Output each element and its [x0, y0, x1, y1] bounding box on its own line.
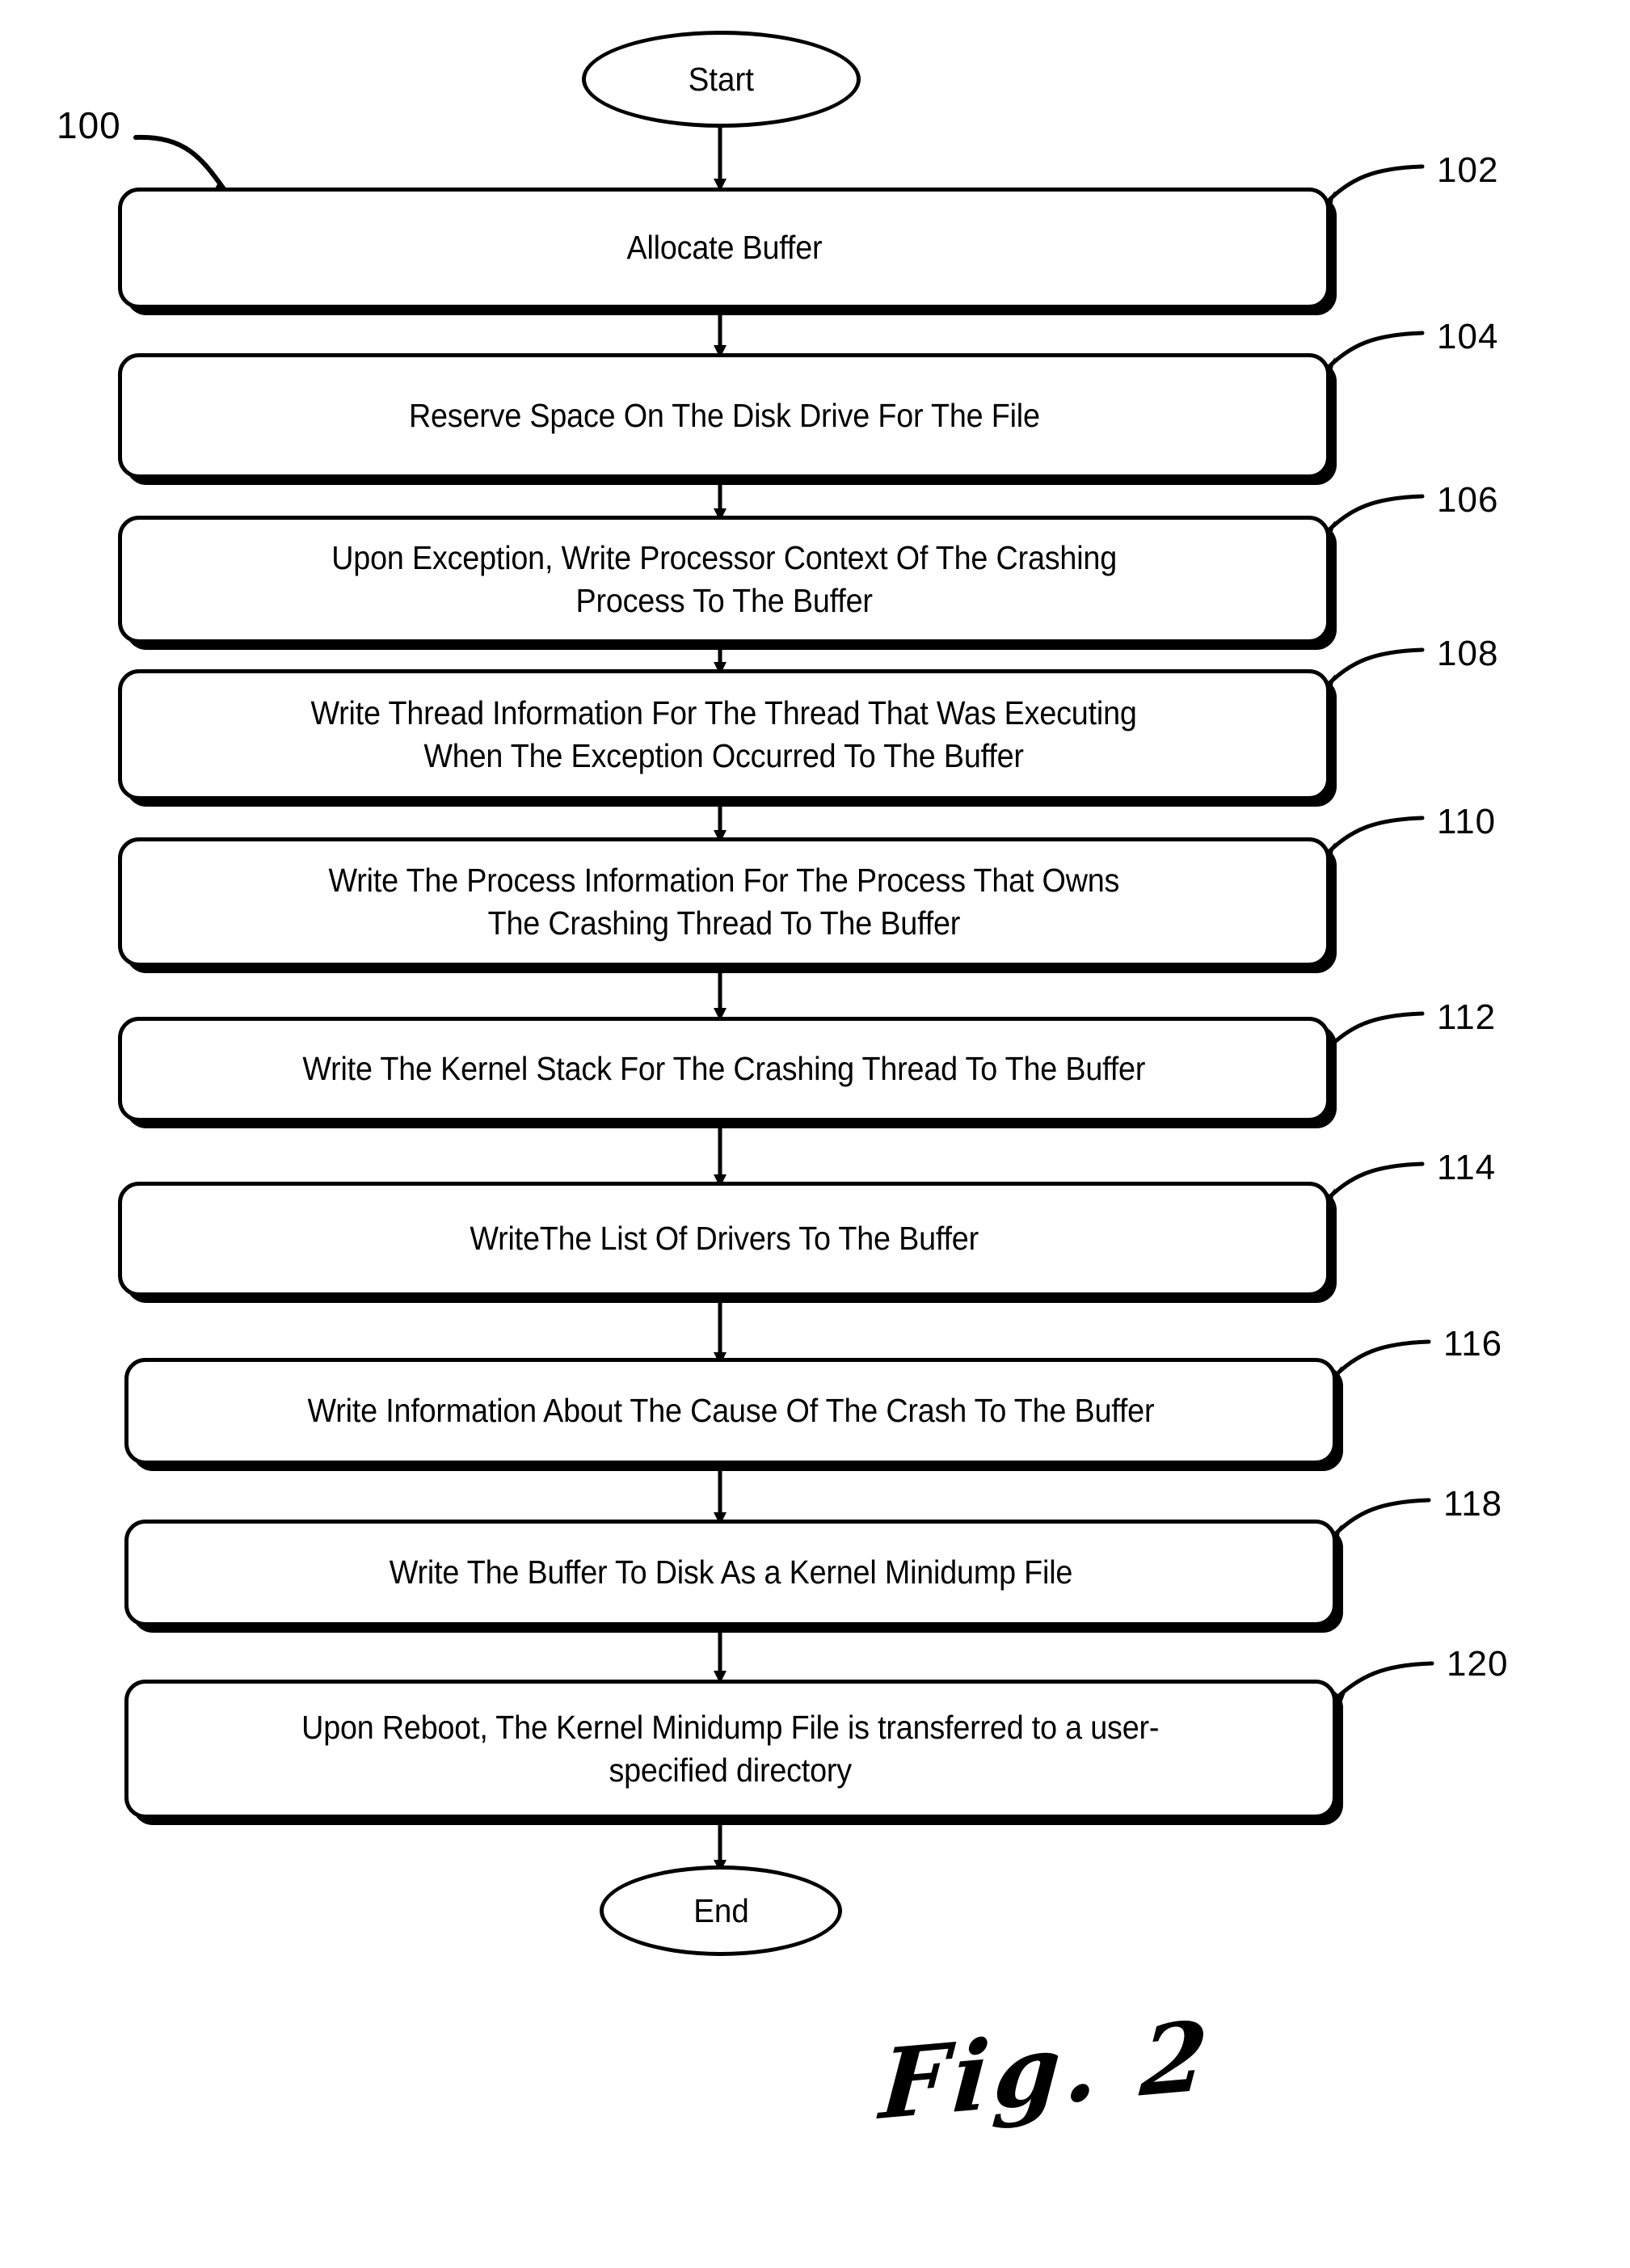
terminator-start: Start — [582, 31, 861, 128]
process-box-110[interactable]: Write The Process Information For The Pr… — [118, 837, 1330, 967]
process-box-110-label: Write The Process Information For The Pr… — [328, 861, 1120, 942]
terminator-end-label: End — [693, 1891, 749, 1929]
process-box-114-label: WriteThe List Of Drivers To The Buffer — [470, 1220, 979, 1258]
process-box-120[interactable]: Upon Reboot, The Kernel Minidump File is… — [124, 1680, 1337, 1819]
terminator-end: End — [600, 1865, 842, 1956]
reference-numeral-116: 116 — [1443, 1324, 1503, 1364]
ref-leader-118 — [1320, 1498, 1431, 1550]
ref-leader-106 — [1314, 494, 1425, 546]
process-box-116[interactable]: Write Information About The Cause Of The… — [124, 1358, 1337, 1465]
terminator-start-label: Start — [688, 60, 755, 98]
reference-numeral-106: 106 — [1437, 480, 1499, 520]
process-box-106-label: Upon Exception, Write Processor Context … — [331, 538, 1117, 619]
process-box-102[interactable]: Allocate Buffer — [118, 188, 1330, 309]
ref-leader-116 — [1320, 1339, 1431, 1392]
patent-drawing-sheet: 100 Start Allocate Buffer 102 Reserve Sp… — [0, 0, 1630, 2268]
process-box-112[interactable]: Write The Kernel Stack For The Crashing … — [118, 1017, 1330, 1122]
reference-numeral-118: 118 — [1443, 1484, 1503, 1524]
process-box-116-label: Write Information About The Cause Of The… — [307, 1392, 1154, 1430]
ref-leader-110 — [1314, 816, 1425, 868]
process-box-120-label: Upon Reboot, The Kernel Minidump File is… — [301, 1708, 1160, 1789]
reference-numeral-112: 112 — [1437, 997, 1497, 1037]
reference-numeral-110: 110 — [1437, 802, 1497, 841]
ref-leader-114 — [1314, 1161, 1425, 1214]
reference-numeral-108: 108 — [1437, 634, 1499, 673]
reference-numeral-114: 114 — [1437, 1148, 1497, 1187]
process-box-112-label: Write The Kernel Stack For The Crashing … — [302, 1050, 1146, 1088]
reference-numeral-102: 102 — [1437, 150, 1499, 190]
reference-numeral-120: 120 — [1447, 1644, 1509, 1684]
diagram-reference-100: 100 — [57, 104, 121, 146]
reference-numeral-104: 104 — [1437, 317, 1499, 356]
process-box-104[interactable]: Reserve Space On The Disk Drive For The … — [118, 353, 1330, 478]
ref-leader-108 — [1314, 647, 1425, 700]
process-box-108-label: Write Thread Information For The Thread … — [310, 693, 1138, 774]
process-box-114[interactable]: WriteThe List Of Drivers To The Buffer — [118, 1182, 1330, 1296]
process-box-118-label: Write The Buffer To Disk As a Kernel Min… — [389, 1553, 1072, 1591]
ref-leader-112 — [1314, 1011, 1425, 1064]
process-box-108[interactable]: Write Thread Information For The Thread … — [118, 669, 1330, 800]
process-box-104-label: Reserve Space On The Disk Drive For The … — [408, 396, 1040, 434]
process-box-106[interactable]: Upon Exception, Write Processor Context … — [118, 516, 1330, 643]
ref-leader-104 — [1314, 331, 1425, 383]
process-box-102-label: Allocate Buffer — [626, 229, 822, 267]
process-box-118[interactable]: Write The Buffer To Disk As a Kernel Min… — [124, 1520, 1337, 1626]
ref-leader-102 — [1314, 164, 1425, 217]
